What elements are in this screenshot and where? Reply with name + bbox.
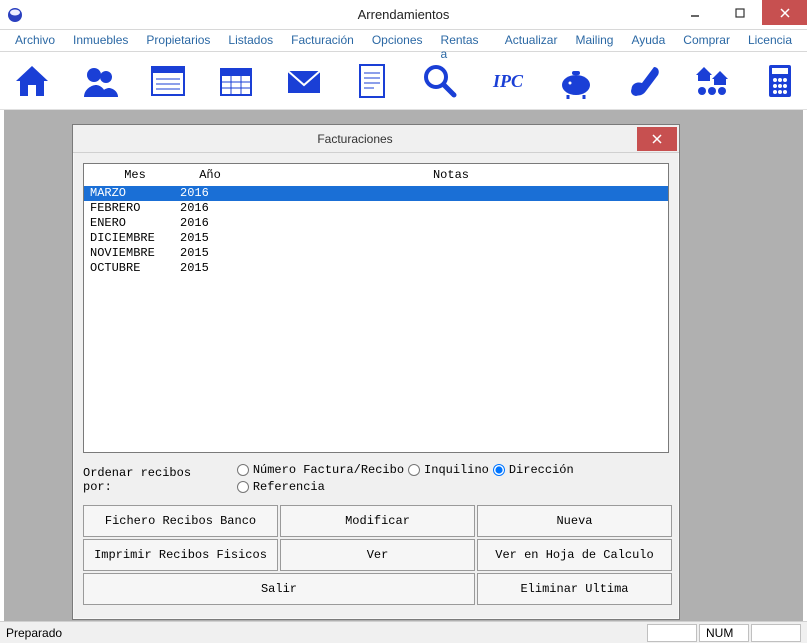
houses-group-icon[interactable]	[692, 59, 732, 103]
facturaciones-list[interactable]: Mes Año Notas MARZO2016FEBRERO2016ENERO2…	[83, 163, 669, 453]
menu-archivo[interactable]: Archivo	[6, 30, 64, 51]
status-num: NUM	[699, 624, 749, 642]
cell-ano: 2015	[180, 261, 240, 276]
fichero-recibos-banco-button[interactable]: Fichero Recibos Banco	[83, 505, 278, 537]
modal-facturaciones: Facturaciones Mes Año Notas MARZO2016FEB…	[72, 124, 680, 620]
close-button[interactable]	[762, 0, 807, 25]
people-icon[interactable]	[80, 59, 120, 103]
menu-actualizar[interactable]: Actualizar	[496, 30, 567, 51]
maximize-button[interactable]	[717, 0, 762, 25]
cell-notas	[240, 216, 662, 231]
cell-mes: ENERO	[90, 216, 180, 231]
col-ano: Año	[180, 168, 240, 182]
salir-button[interactable]: Salir	[83, 573, 475, 605]
sort-radio[interactable]	[493, 464, 505, 476]
sort-row: Ordenar recibos por: Número Factura/Reci…	[83, 463, 669, 497]
list-header: Mes Año Notas	[84, 164, 668, 186]
sort-radio[interactable]	[237, 481, 249, 493]
cell-ano: 2016	[180, 201, 240, 216]
ver-hoja-calculo-button[interactable]: Ver en Hoja de Calculo	[477, 539, 672, 571]
menu-comprar[interactable]: Comprar	[674, 30, 739, 51]
status-text: Preparado	[6, 626, 62, 640]
cell-notas	[240, 246, 662, 261]
sort-option-label: Dirección	[509, 463, 574, 477]
menu-inmuebles[interactable]: Inmuebles	[64, 30, 137, 51]
form-icon[interactable]	[148, 59, 188, 103]
sort-option-label: Número Factura/Recibo	[253, 463, 404, 477]
cell-ano: 2015	[180, 246, 240, 261]
pour-icon[interactable]	[624, 59, 664, 103]
house-icon[interactable]	[12, 59, 52, 103]
menu-facturación[interactable]: Facturación	[282, 30, 363, 51]
nueva-button[interactable]: Nueva	[477, 505, 672, 537]
cell-mes: DICIEMBRE	[90, 231, 180, 246]
menu-mailing[interactable]: Mailing	[566, 30, 622, 51]
col-mes: Mes	[90, 168, 180, 182]
calendar-icon[interactable]	[216, 59, 256, 103]
svg-text:IPC: IPC	[492, 71, 524, 91]
list-row[interactable]: MARZO2016	[84, 186, 668, 201]
status-cell-empty	[647, 624, 697, 642]
cell-ano: 2015	[180, 231, 240, 246]
sort-option[interactable]: Número Factura/Recibo	[237, 463, 404, 477]
modificar-button[interactable]: Modificar	[280, 505, 475, 537]
sort-option[interactable]: Referencia	[237, 480, 325, 494]
menu-ayuda[interactable]: Ayuda	[622, 30, 674, 51]
status-cell-empty2	[751, 624, 801, 642]
cell-notas	[240, 261, 662, 276]
minimize-button[interactable]	[672, 0, 717, 25]
titlebar: Arrendamientos	[0, 0, 807, 30]
list-row[interactable]: DICIEMBRE2015	[84, 231, 668, 246]
menu-opciones[interactable]: Opciones	[363, 30, 432, 51]
list-row[interactable]: OCTUBRE2015	[84, 261, 668, 276]
piggy-icon[interactable]	[556, 59, 596, 103]
modal-close-button[interactable]	[637, 127, 677, 151]
menu-propietarios[interactable]: Propietarios	[137, 30, 219, 51]
list-row[interactable]: FEBRERO2016	[84, 201, 668, 216]
app-icon	[6, 6, 24, 24]
sort-option-label: Referencia	[253, 480, 325, 494]
ipc-icon[interactable]: IPC	[488, 59, 528, 103]
workarea: Facturaciones Mes Año Notas MARZO2016FEB…	[4, 110, 803, 621]
statusbar: Preparado NUM	[0, 621, 807, 643]
list-row[interactable]: ENERO2016	[84, 216, 668, 231]
window-controls	[672, 0, 807, 29]
eliminar-ultima-button[interactable]: Eliminar Ultima	[477, 573, 672, 605]
list-row[interactable]: NOVIEMBRE2015	[84, 246, 668, 261]
menubar: ArchivoInmueblesPropietariosListadosFact…	[0, 30, 807, 52]
col-notas: Notas	[240, 168, 662, 182]
cell-mes: MARZO	[90, 186, 180, 201]
toolbar: IPC	[0, 52, 807, 110]
menu-listados[interactable]: Listados	[219, 30, 282, 51]
menu-licencia[interactable]: Licencia	[739, 30, 801, 51]
cell-notas	[240, 186, 662, 201]
calculator-icon[interactable]	[760, 59, 800, 103]
sort-radio[interactable]	[237, 464, 249, 476]
sort-radio[interactable]	[408, 464, 420, 476]
cell-mes: NOVIEMBRE	[90, 246, 180, 261]
sort-option[interactable]: Inquilino	[408, 463, 489, 477]
modal-titlebar: Facturaciones	[73, 125, 679, 153]
cell-mes: FEBRERO	[90, 201, 180, 216]
document-icon[interactable]	[352, 59, 392, 103]
modal-title: Facturaciones	[73, 132, 637, 146]
cell-notas	[240, 231, 662, 246]
menu-rentas a[interactable]: Rentas a	[432, 30, 496, 51]
cell-mes: OCTUBRE	[90, 261, 180, 276]
sort-label: Ordenar recibos por:	[83, 466, 227, 494]
imprimir-recibos-button[interactable]: Imprimir Recibos Fisicos	[83, 539, 278, 571]
magnifier-icon[interactable]	[420, 59, 460, 103]
cell-ano: 2016	[180, 216, 240, 231]
ver-button[interactable]: Ver	[280, 539, 475, 571]
sort-option[interactable]: Dirección	[493, 463, 574, 477]
sort-option-label: Inquilino	[424, 463, 489, 477]
cell-notas	[240, 201, 662, 216]
button-grid: Fichero Recibos Banco Modificar Nueva Im…	[83, 505, 669, 605]
cell-ano: 2016	[180, 186, 240, 201]
mail-icon[interactable]	[284, 59, 324, 103]
